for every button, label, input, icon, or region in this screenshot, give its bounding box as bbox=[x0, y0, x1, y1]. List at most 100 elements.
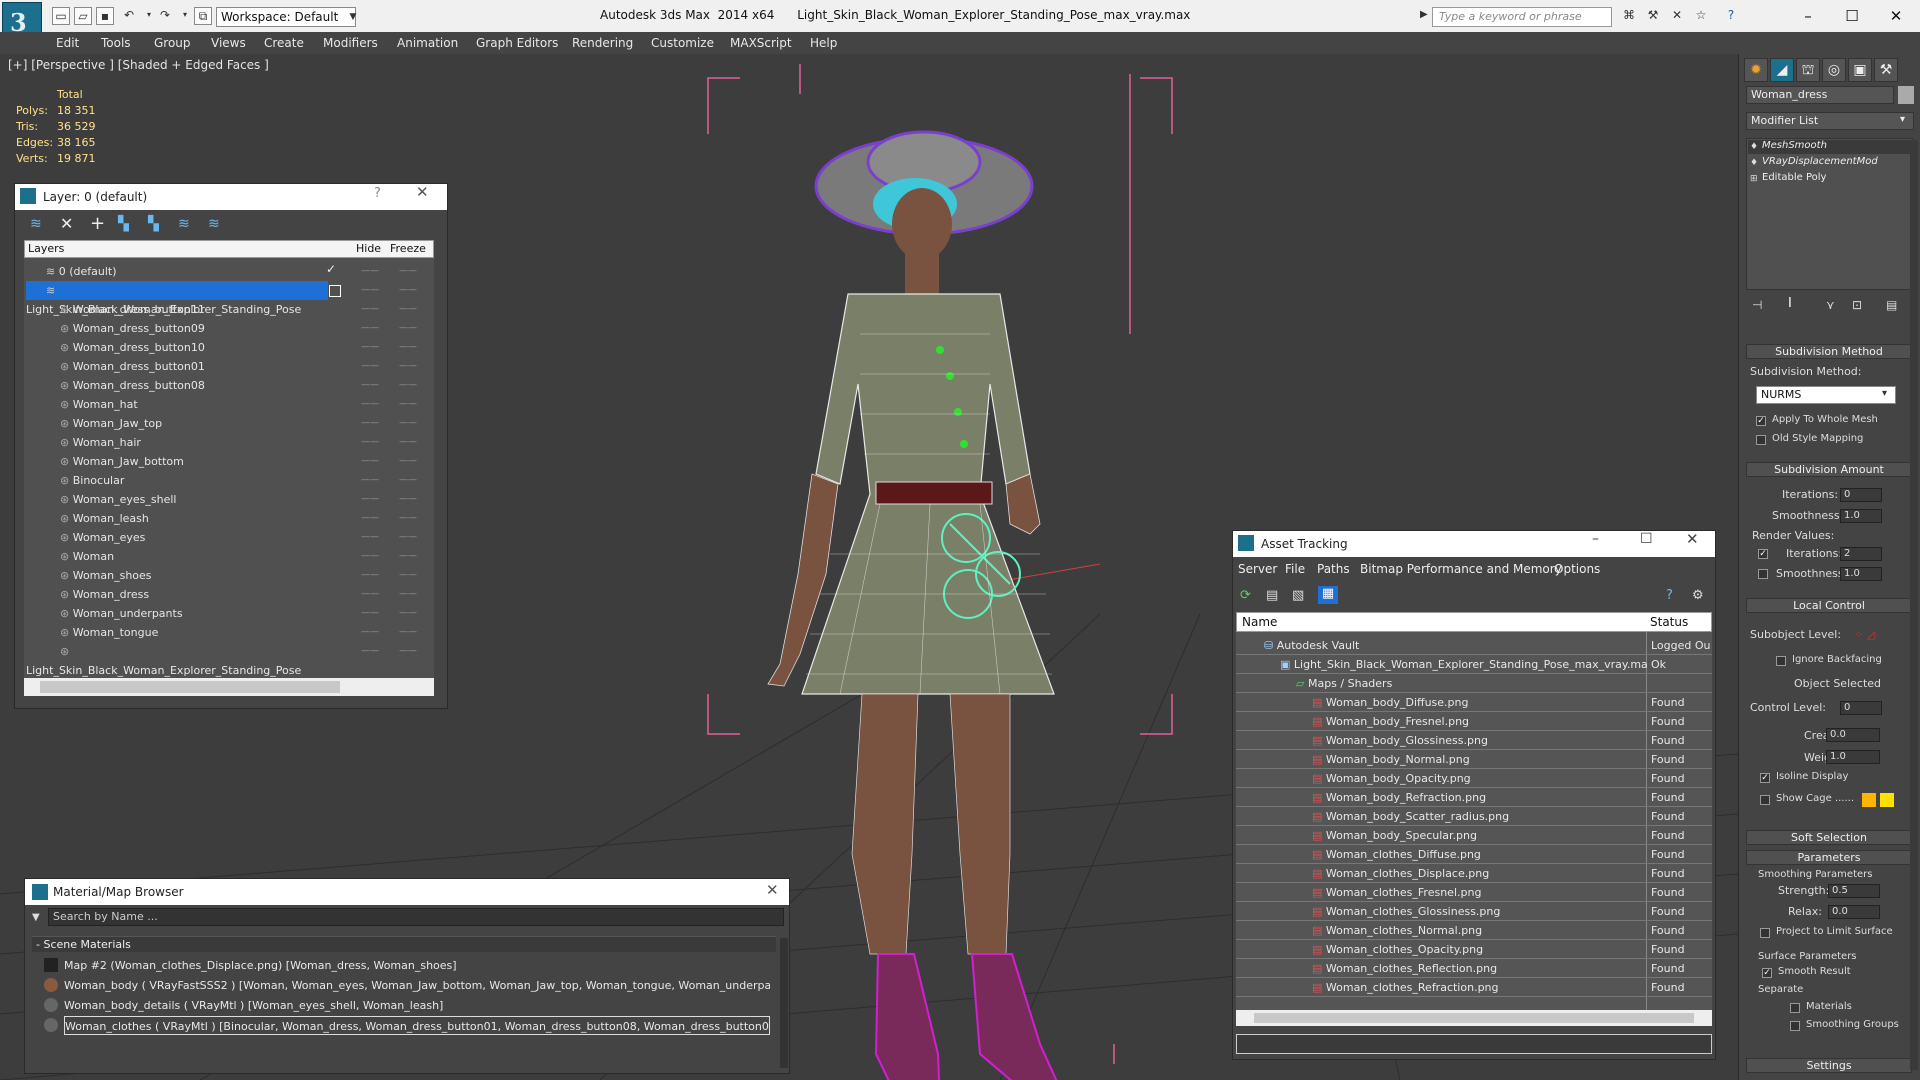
hide-column[interactable]: Hide bbox=[356, 242, 381, 255]
smooth-result-checkbox[interactable]: ✓ bbox=[1762, 968, 1772, 978]
asset-row[interactable]: ▤ Woman_body_Specular.png bbox=[1238, 826, 1648, 845]
exchange-icon[interactable]: ✕ bbox=[1668, 7, 1686, 25]
current-layer-check-icon[interactable]: ✓ bbox=[326, 262, 336, 276]
hide-toggle[interactable]: —— bbox=[360, 509, 380, 528]
layer-close-button[interactable]: ✕ bbox=[416, 183, 429, 201]
scrollbar-thumb[interactable] bbox=[40, 681, 340, 693]
menu-tools[interactable]: Tools bbox=[101, 32, 131, 54]
freeze-toggle[interactable]: —— bbox=[398, 414, 418, 433]
delete-layer-icon[interactable]: ✕ bbox=[60, 214, 73, 233]
hide-toggle[interactable]: —— bbox=[360, 281, 380, 300]
freeze-toggle[interactable]: —— bbox=[398, 300, 418, 319]
asset-row[interactable]: ▤ Woman_clothes_Opacity.png bbox=[1238, 940, 1648, 959]
hide-toggle[interactable]: —— bbox=[360, 547, 380, 566]
asset-row[interactable]: ▱ Maps / Shaders bbox=[1238, 674, 1648, 693]
project-folder-icon[interactable]: ⧉ bbox=[194, 7, 212, 25]
hide-toggle[interactable]: —— bbox=[360, 319, 380, 338]
ignore-backfacing-checkbox[interactable] bbox=[1776, 656, 1786, 666]
material-browser-close-button[interactable]: ✕ bbox=[766, 881, 779, 899]
modifier-list-dropdown[interactable]: Modifier List bbox=[1746, 112, 1914, 130]
menu-create[interactable]: Create bbox=[264, 32, 304, 54]
star-icon[interactable]: ☆ bbox=[1692, 7, 1710, 25]
save-icon[interactable]: ▪ bbox=[96, 7, 114, 25]
motion-tab-icon[interactable]: ◎ bbox=[1822, 58, 1846, 82]
freeze-toggle[interactable]: —— bbox=[398, 623, 418, 642]
hide-toggle[interactable]: —— bbox=[360, 338, 380, 357]
help-icon[interactable]: ? bbox=[1722, 7, 1740, 25]
chevron-down-icon[interactable]: ▾ bbox=[1900, 114, 1905, 125]
hide-toggle[interactable]: —— bbox=[360, 490, 380, 509]
layer-row[interactable]: ⊛ Woman_Jaw_top bbox=[26, 414, 344, 433]
show-end-result-icon[interactable]: Ⅰ bbox=[1788, 296, 1792, 311]
freeze-toggle[interactable]: —— bbox=[398, 338, 418, 357]
asset-row[interactable]: ▤ Woman_clothes_Fresnel.png bbox=[1238, 883, 1648, 902]
open-file-icon[interactable]: ▱ bbox=[74, 7, 92, 25]
hierarchy-tab-icon[interactable]: ⛫ bbox=[1796, 58, 1820, 82]
strength-spinner[interactable]: 0.5 bbox=[1828, 884, 1880, 898]
render-smoothness-spinner[interactable]: 1.0 bbox=[1840, 567, 1882, 581]
menu-rendering[interactable]: Rendering bbox=[572, 32, 633, 54]
layer-panel-title[interactable]: Layer: 0 (default) bbox=[15, 184, 447, 210]
material-row[interactable]: Woman_body ( VRayFastSSS2 ) [Woman, Woma… bbox=[64, 976, 770, 995]
weight-spinner[interactable]: 1.0 bbox=[1826, 750, 1880, 764]
undo-icon[interactable]: ↶ bbox=[120, 7, 138, 25]
layer-row[interactable]: ⊛ Woman_dress_button09 bbox=[26, 319, 344, 338]
render-iterations-spinner[interactable]: 2 bbox=[1840, 547, 1882, 561]
hide-toggle[interactable]: —— bbox=[360, 395, 380, 414]
asset-menu-file[interactable]: File bbox=[1285, 562, 1305, 576]
asset-menu-server[interactable]: Server bbox=[1238, 562, 1277, 576]
asset-row[interactable]: ▤ Woman_body_Scatter_radius.png bbox=[1238, 807, 1648, 826]
asset-row[interactable]: ⛁ Autodesk Vault bbox=[1238, 636, 1648, 655]
hide-toggle[interactable]: —— bbox=[360, 262, 380, 281]
asset-row[interactable]: ▤ Woman_body_Opacity.png bbox=[1238, 769, 1648, 788]
material-browser-title[interactable]: Material/Map Browser bbox=[25, 879, 789, 905]
render-smoothness-checkbox[interactable] bbox=[1758, 569, 1768, 579]
layer-help-button[interactable]: ? bbox=[374, 186, 381, 201]
menu-group[interactable]: Group bbox=[154, 32, 191, 54]
freeze-toggle[interactable]: —— bbox=[398, 376, 418, 395]
freeze-toggle[interactable]: —— bbox=[398, 604, 418, 623]
stack-item-vraydisplacement[interactable]: VRayDisplacementMod bbox=[1762, 156, 1878, 167]
separate-smoothing-checkbox[interactable] bbox=[1790, 1021, 1800, 1031]
cage-color-swatch-2[interactable] bbox=[1880, 793, 1894, 807]
workspace-dropdown[interactable]: Workspace: Default bbox=[216, 7, 356, 27]
freeze-toggle[interactable]: —— bbox=[398, 262, 418, 281]
remove-modifier-icon[interactable]: ⊡ bbox=[1852, 298, 1862, 312]
highlight-layer-icon[interactable]: ▚ bbox=[148, 216, 159, 232]
asset-row[interactable]: ▤ Woman_clothes_Refraction.png bbox=[1238, 978, 1648, 997]
vertex-level-icon[interactable]: ⁘ ◿ bbox=[1854, 628, 1875, 641]
freeze-toggle[interactable]: —— bbox=[398, 566, 418, 585]
create-layer-icon[interactable]: ≋ bbox=[30, 216, 42, 232]
layer-row[interactable]: ⊛ Woman_leash bbox=[26, 509, 344, 528]
hide-toggle[interactable]: —— bbox=[360, 357, 380, 376]
hide-toggle[interactable]: —— bbox=[360, 566, 380, 585]
stack-item-editable-poly[interactable]: Editable Poly bbox=[1762, 172, 1826, 183]
asset-row[interactable]: ▤ Woman_body_Refraction.png bbox=[1238, 788, 1648, 807]
rollout-soft-selection[interactable]: Soft Selection bbox=[1746, 830, 1912, 845]
asset-row[interactable]: ▣ Light_Skin_Black_Woman_Explorer_Standi… bbox=[1238, 655, 1648, 674]
material-vertical-scrollbar[interactable] bbox=[780, 938, 788, 1068]
layer-row[interactable]: ⊛ Woman_dress_button08 bbox=[26, 376, 344, 395]
asset-row[interactable]: ▤ Woman_clothes_Normal.png bbox=[1238, 921, 1648, 940]
freeze-toggle[interactable]: —— bbox=[398, 585, 418, 604]
select-in-layer-icon[interactable]: ▚ bbox=[118, 216, 129, 232]
menu-views[interactable]: Views bbox=[211, 32, 246, 54]
material-row[interactable]: Map #2 (Woman_clothes_Displace.png) [Wom… bbox=[64, 956, 770, 975]
menu-modifiers[interactable]: Modifiers bbox=[323, 32, 378, 54]
new-file-icon[interactable]: ▭ bbox=[52, 7, 70, 25]
scene-materials-group[interactable]: - Scene Materials bbox=[32, 936, 776, 952]
material-search-input[interactable]: Search by Name ... bbox=[48, 908, 784, 926]
make-unique-icon[interactable]: ⋎ bbox=[1826, 298, 1835, 312]
add-to-layer-icon[interactable]: + bbox=[90, 213, 105, 234]
redo-icon[interactable]: ↷ bbox=[156, 7, 174, 25]
layer-horizontal-scrollbar[interactable] bbox=[24, 678, 434, 696]
rollout-parameters[interactable]: Parameters bbox=[1746, 850, 1912, 865]
layer-row[interactable]: ⊛ Woman_Jaw_bottom bbox=[26, 452, 344, 471]
asset-status-column[interactable]: Status bbox=[1650, 615, 1688, 629]
minimize-button[interactable]: – bbox=[1788, 4, 1828, 28]
pin-stack-icon[interactable]: ⊣ bbox=[1752, 298, 1762, 312]
asset-close-button[interactable]: ✕ bbox=[1686, 530, 1699, 548]
asset-name-column[interactable]: Name bbox=[1242, 615, 1277, 629]
project-limit-checkbox[interactable] bbox=[1760, 928, 1770, 938]
asset-horizontal-scrollbar[interactable] bbox=[1236, 1010, 1712, 1026]
